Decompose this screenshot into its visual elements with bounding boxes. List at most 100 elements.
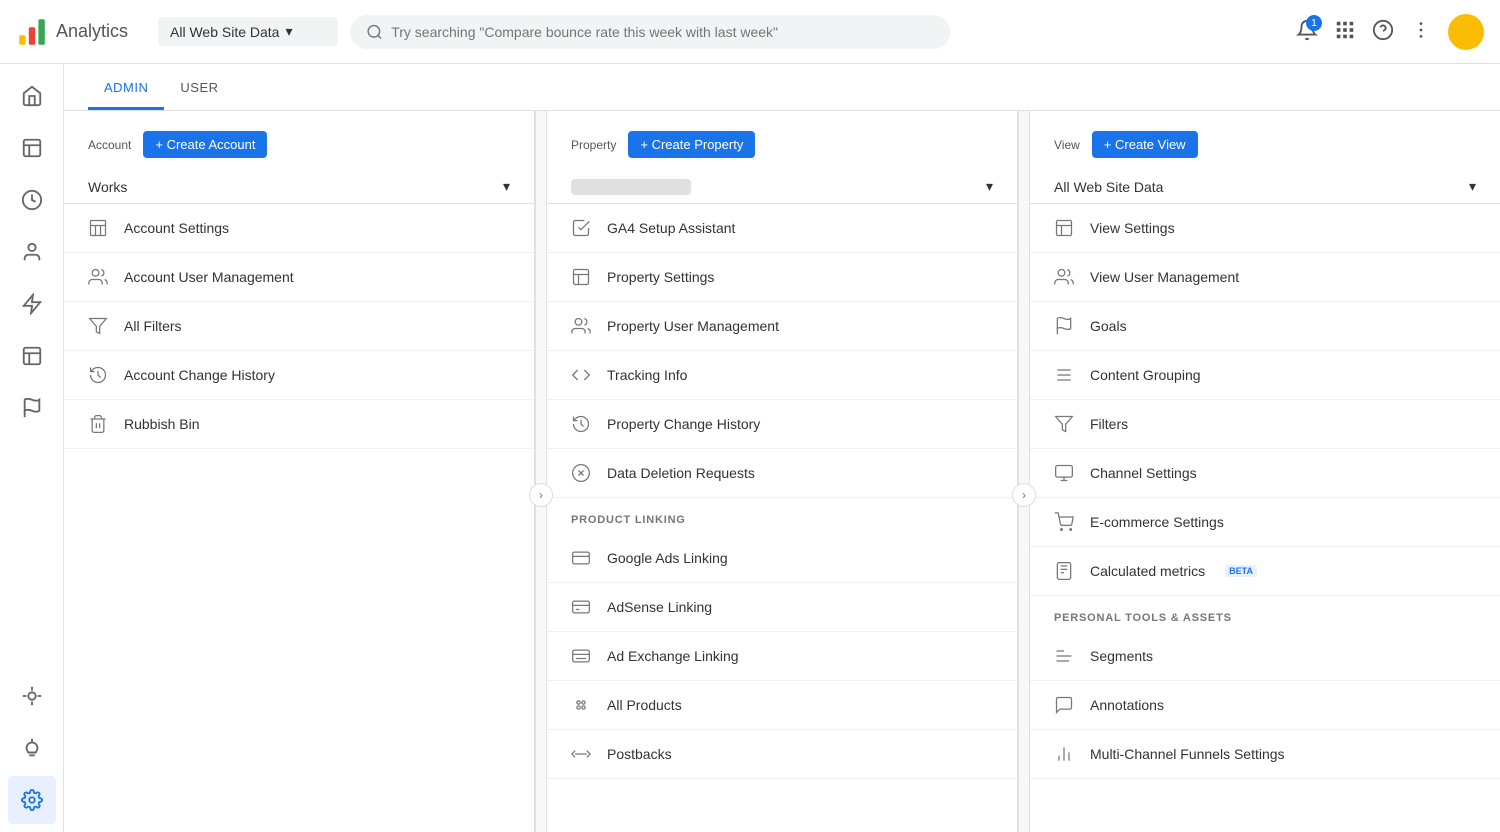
gear-icon [21,789,43,811]
account-settings-item[interactable]: Account Settings [64,204,534,253]
property-settings-icon [571,267,591,287]
ecommerce-settings-item[interactable]: E-commerce Settings [1030,498,1500,547]
view-dropdown[interactable]: All Web Site Data ▾ [1030,170,1500,204]
sidebar-item-admin[interactable] [8,776,56,824]
sidebar-item-insights[interactable] [8,724,56,772]
view-filters-item[interactable]: Filters [1030,400,1500,449]
sidebar-item-realtime[interactable] [8,176,56,224]
adsense-icon [571,597,591,617]
data-deletion-item[interactable]: Data Deletion Requests [547,449,1017,498]
view-users-icon [1054,267,1074,287]
property-user-management-item[interactable]: Property User Management [547,302,1017,351]
help-icon[interactable] [1372,19,1394,44]
view-column: View + Create View All Web Site Data ▾ V… [1030,111,1500,832]
analytics-logo [16,16,48,48]
create-property-button[interactable]: + Create Property [628,131,755,158]
view-filters-label: Filters [1090,416,1128,432]
sidebar-item-reports[interactable] [8,124,56,172]
ad-exchange-linking-item[interactable]: Ad Exchange Linking [547,632,1017,681]
home-icon [21,85,43,107]
create-view-button[interactable]: + Create View [1092,131,1198,158]
view-filter-icon [1054,414,1074,434]
property-col-label: Property [571,138,616,152]
ga4-setup-label: GA4 Setup Assistant [607,220,735,236]
sidebar-item-conversions[interactable] [8,384,56,432]
sidebar-item-acquisition[interactable] [8,280,56,328]
filter-icon [88,316,108,336]
account-col-header: Account + Create Account [64,131,534,170]
building-icon [88,218,108,238]
content-grouping-item[interactable]: Content Grouping [1030,351,1500,400]
notification-bell[interactable]: 1 [1296,19,1318,44]
more-options-icon[interactable] [1410,19,1432,44]
goals-item[interactable]: Goals [1030,302,1500,351]
account-user-management-item[interactable]: Account User Management [64,253,534,302]
search-input[interactable] [391,24,934,40]
app-name: Analytics [56,21,128,42]
sidebar-item-behavior[interactable] [8,332,56,380]
property-change-history-label: Property Change History [607,416,760,432]
sidebar-item-home[interactable] [8,72,56,120]
account-dropdown[interactable]: Works ▾ [64,170,534,204]
multichannel-icon [1054,744,1074,764]
google-ads-linking-label: Google Ads Linking [607,550,728,566]
property-settings-label: Property Settings [607,269,714,285]
view-user-management-item[interactable]: View User Management [1030,253,1500,302]
google-ads-linking-item[interactable]: Google Ads Linking [547,534,1017,583]
property-dropdown[interactable]: ▾ [547,170,1017,204]
ecommerce-icon [1054,512,1074,532]
property-dropdown-blurred [571,179,691,195]
main-layout: ADMIN USER Account + Create Account Work… [0,64,1500,832]
sidebar [0,64,64,832]
property-col-header: Property + Create Property [547,131,1017,170]
account-column: Account + Create Account Works ▾ Account… [64,111,535,832]
annotations-item[interactable]: Annotations [1030,681,1500,730]
account-user-management-label: Account User Management [124,269,294,285]
tab-user[interactable]: USER [164,64,234,110]
view-user-management-label: View User Management [1090,269,1239,285]
property-dropdown-chevron: ▾ [986,178,993,195]
ecommerce-settings-label: E-commerce Settings [1090,514,1224,530]
all-filters-item[interactable]: All Filters [64,302,534,351]
property-selector-value: All Web Site Data [170,24,279,40]
rubbish-bin-item[interactable]: Rubbish Bin [64,400,534,449]
notification-count: 1 [1306,15,1322,31]
sidebar-item-audience[interactable] [8,228,56,276]
postbacks-item[interactable]: Postbacks [547,730,1017,779]
channel-settings-item[interactable]: Channel Settings [1030,449,1500,498]
apps-grid-icon[interactable] [1334,19,1356,44]
personal-tools-label: PERSONAL TOOLS & ASSETS [1030,596,1500,632]
account-change-history-item[interactable]: Account Change History [64,351,534,400]
all-products-label: All Products [607,697,682,713]
segments-item[interactable]: Segments [1030,632,1500,681]
all-products-item[interactable]: All Products [547,681,1017,730]
postbacks-icon [571,744,591,764]
create-account-button[interactable]: + Create Account [143,131,267,158]
sidebar-item-explore[interactable] [8,672,56,720]
data-deletion-label: Data Deletion Requests [607,465,755,481]
channel-icon [1054,463,1074,483]
tab-admin[interactable]: ADMIN [88,64,164,110]
tracking-info-item[interactable]: Tracking Info [547,351,1017,400]
multichannel-funnels-item[interactable]: Multi-Channel Funnels Settings [1030,730,1500,779]
explore-icon [21,685,43,707]
tabs: ADMIN USER [64,64,1500,111]
multichannel-funnels-label: Multi-Channel Funnels Settings [1090,746,1285,762]
property-change-history-item[interactable]: Property Change History [547,400,1017,449]
chart-icon [21,137,43,159]
property-selector[interactable]: All Web Site Data ▾ [158,17,338,46]
users-icon [88,267,108,287]
calculated-metrics-item[interactable]: Calculated metrics BETA [1030,547,1500,596]
top-nav: Analytics All Web Site Data ▾ 1 [0,0,1500,64]
ga4-setup-item[interactable]: GA4 Setup Assistant [547,204,1017,253]
view-settings-item[interactable]: View Settings [1030,204,1500,253]
property-settings-item[interactable]: Property Settings [547,253,1017,302]
admin-panel: Account + Create Account Works ▾ Account… [64,111,1500,832]
search-bar[interactable] [350,15,950,49]
user-avatar[interactable] [1448,14,1484,50]
product-linking-label: PRODUCT LINKING [547,498,1017,534]
adsense-linking-item[interactable]: AdSense Linking [547,583,1017,632]
property-users-icon [571,316,591,336]
ga4-icon [571,218,591,238]
dots-icon [1410,19,1432,41]
